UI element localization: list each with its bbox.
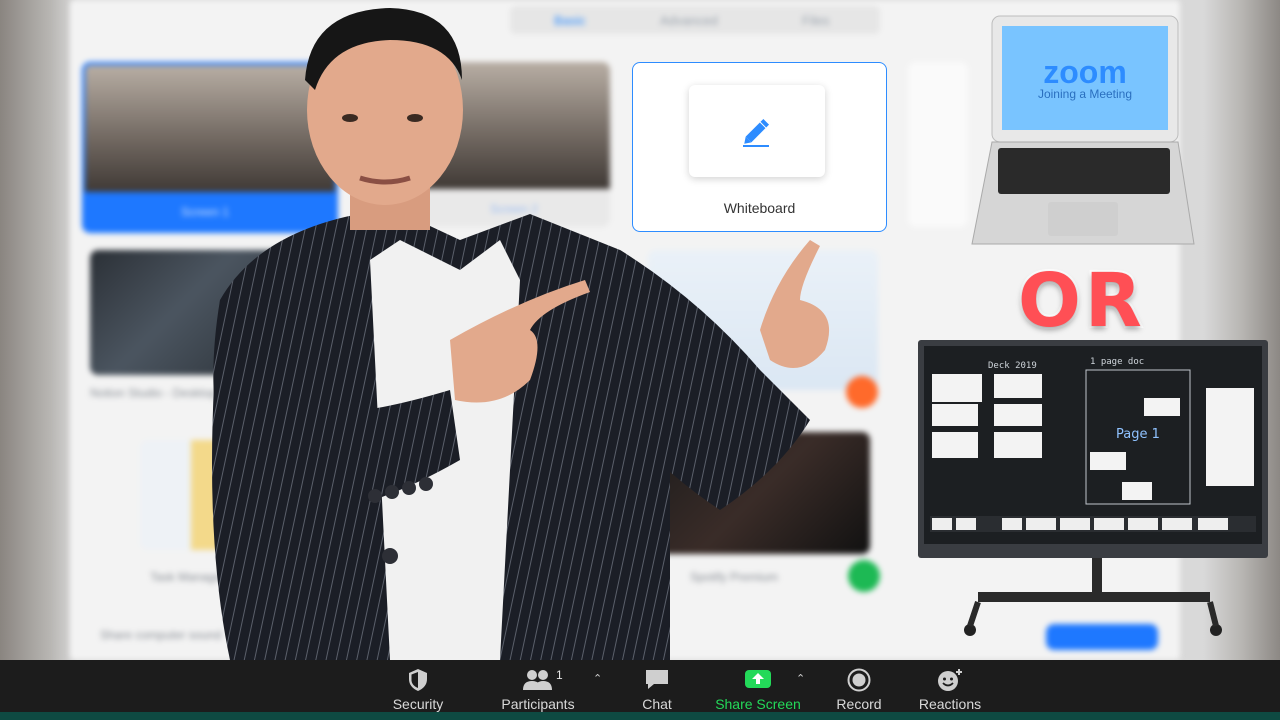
reactions-button[interactable]: Reactions bbox=[912, 666, 988, 714]
people-icon bbox=[523, 670, 552, 690]
meeting-toolbar: Security 1 Participants ⌃ Chat Share Scr… bbox=[0, 660, 1280, 720]
tile-caption: Notion Studio - Desktop bbox=[90, 386, 217, 400]
record-label: Record bbox=[836, 696, 882, 712]
panel-title: 1 page doc bbox=[1090, 357, 1144, 367]
share-screen-caret-icon[interactable]: ⌃ bbox=[796, 672, 805, 685]
chat-bubble-icon bbox=[646, 670, 668, 689]
chat-label: Chat bbox=[642, 696, 672, 712]
record-button[interactable]: Record bbox=[826, 666, 892, 714]
share-screen-label: Share Screen bbox=[715, 696, 801, 712]
page-label: Page 1 bbox=[1116, 427, 1160, 442]
firefox-app-icon bbox=[846, 376, 878, 408]
presenter bbox=[212, 8, 830, 660]
laptop-subtitle: Joining a Meeting bbox=[1038, 87, 1132, 101]
shield-icon bbox=[409, 669, 427, 691]
toolbar-bottom-border bbox=[0, 712, 1280, 720]
zoom-logo: zoom bbox=[1043, 54, 1127, 90]
reactions-label: Reactions bbox=[918, 696, 982, 712]
tile-iphone-ipad[interactable] bbox=[908, 62, 968, 227]
participants-label: Participants bbox=[501, 696, 575, 712]
participants-caret-icon[interactable]: ⌃ bbox=[593, 672, 602, 685]
security-button[interactable]: Security bbox=[378, 666, 458, 714]
share-screen-button[interactable]: Share Screen bbox=[712, 666, 804, 714]
share-screen-icon bbox=[745, 670, 771, 688]
deck-title: Deck 2019 bbox=[988, 361, 1037, 371]
interactive-whiteboard-display: Deck 2019 1 page doc Page 1 bbox=[918, 340, 1268, 636]
security-label: Security bbox=[392, 696, 444, 712]
emoji-add-icon bbox=[938, 669, 962, 691]
chat-button[interactable]: Chat bbox=[622, 666, 692, 714]
spotify-app-icon bbox=[848, 560, 880, 592]
laptop-illustration: zoom Joining a Meeting bbox=[971, 15, 1195, 245]
or-overlay-text: OR bbox=[1016, 256, 1146, 346]
participants-button[interactable]: 1 Participants bbox=[494, 666, 582, 714]
record-icon bbox=[847, 668, 871, 692]
participants-count: 1 bbox=[556, 668, 563, 682]
